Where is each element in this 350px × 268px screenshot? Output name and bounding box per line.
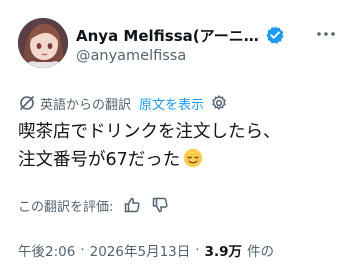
verified-badge-icon[interactable] [265, 25, 285, 45]
translation-row: 英語からの翻訳 原文を表示 [18, 94, 228, 113]
tweet-header: Anya Melfissa(アーニ… @anyamelfissa [18, 18, 338, 70]
gear-icon[interactable] [210, 94, 228, 112]
tweet-date[interactable]: 2026年5月13日 [90, 240, 191, 260]
rate-translation-row: この翻訳を評価: [18, 195, 169, 215]
thumbs-up-icon[interactable] [123, 196, 141, 214]
tweet-time[interactable]: 午後2:06 [18, 240, 75, 260]
tweet-text-line-1: 喫茶店でドリンクを注文したら、 [18, 122, 281, 142]
translation-label: 英語からの翻訳 [40, 97, 132, 113]
name-row: Anya Melfissa(アーニ… [76, 24, 285, 46]
view-count: 3.9万 [204, 244, 242, 260]
show-original-link[interactable]: 原文を表示 [139, 94, 204, 113]
meta-separator-2: · [195, 242, 200, 258]
translate-icon [20, 96, 34, 110]
thumbs-down-icon[interactable] [151, 196, 169, 214]
relieved-face-emoji [184, 148, 203, 168]
avatar-image [18, 18, 68, 68]
rate-translation-label: この翻訳を評価: [18, 199, 114, 215]
handle[interactable]: @anyamelfissa [76, 48, 186, 64]
tweet-text-line-2: 注文番号が67だった [18, 146, 338, 174]
tweet-text-line-2-text: 注文番号が67だった [18, 150, 181, 170]
avatar[interactable] [18, 18, 68, 68]
display-name[interactable]: Anya Melfissa(アーニ… [76, 25, 259, 46]
meta-separator: · [80, 242, 85, 258]
view-count-label: 件の [246, 244, 274, 260]
tweet-text: 喫茶店でドリンクを注文したら、 注文番号が67だった [18, 118, 338, 174]
more-icon[interactable] [314, 22, 338, 46]
tweet-meta-row: 午後2:06 · 2026年5月13日 · 3.9万 件の [18, 240, 274, 260]
tweet: Anya Melfissa(アーニ… @anyamelfissa 英語からの翻訳… [0, 0, 350, 268]
